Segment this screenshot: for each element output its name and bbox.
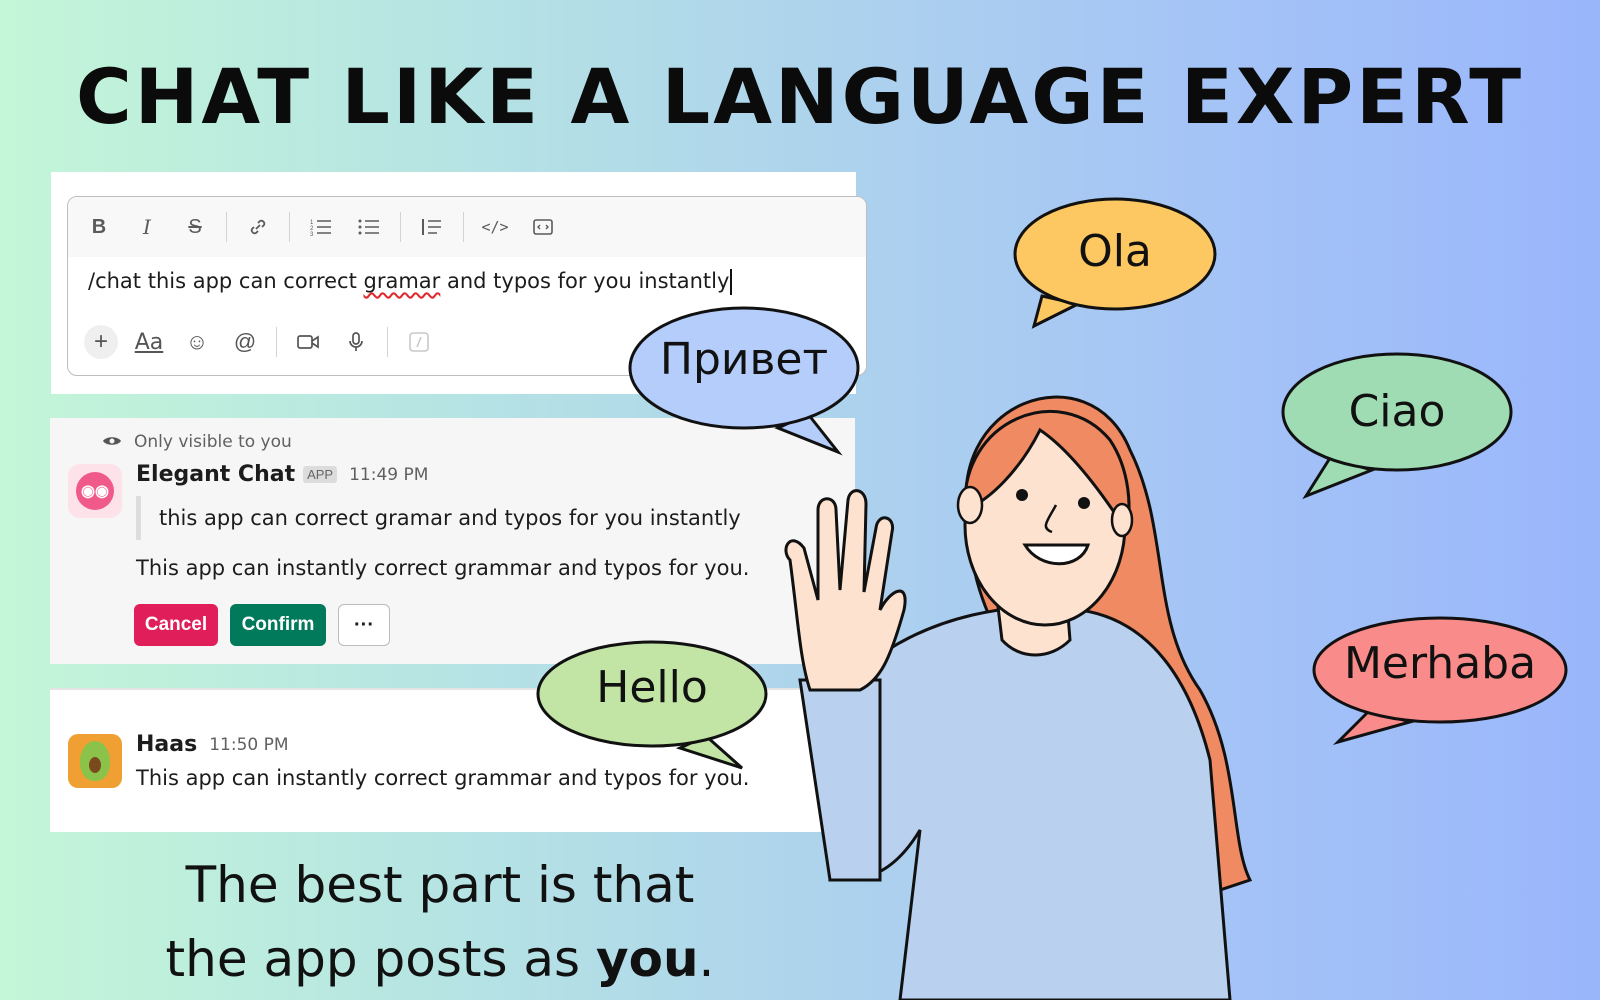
caption-line-2: the app posts as you. xyxy=(165,930,715,988)
strikethrough-icon[interactable]: S xyxy=(178,210,212,244)
corrected-text: This app can instantly correct grammar a… xyxy=(136,556,750,580)
svg-text:3: 3 xyxy=(310,232,314,237)
toolbar-divider xyxy=(289,212,290,242)
bubble-text-ciao: Ciao xyxy=(1348,386,1446,437)
bold-icon[interactable]: B xyxy=(82,210,116,244)
cancel-button[interactable]: Cancel xyxy=(134,604,218,646)
composer-action-bar: + Aa ☺ @ xyxy=(84,325,450,359)
confirm-button[interactable]: Confirm xyxy=(230,604,326,646)
app-badge: APP xyxy=(303,466,338,483)
bubble-text-hello: Hello xyxy=(596,662,708,713)
caption-line-1: The best part is that xyxy=(185,856,695,914)
text-cursor xyxy=(730,269,733,295)
posted-timestamp[interactable]: 11:50 PM xyxy=(209,735,288,755)
video-icon[interactable] xyxy=(291,325,325,359)
more-options-button[interactable]: ··· xyxy=(338,604,390,646)
message-header: Elegant Chat APP 11:49 PM xyxy=(136,462,428,487)
ephemeral-message-panel: Only visible to you ◉◉ Elegant Chat APP … xyxy=(50,418,855,664)
action-buttons: Cancel Confirm ··· xyxy=(134,604,402,646)
visibility-label: Only visible to you xyxy=(134,432,292,452)
quoted-original-text: this app can correct gramar and typos fo… xyxy=(136,496,741,540)
misspelled-word: gramar xyxy=(363,269,441,293)
code-icon[interactable]: </> xyxy=(478,210,512,244)
microphone-icon[interactable] xyxy=(339,325,373,359)
haas-avatar[interactable] xyxy=(68,734,122,788)
headline: CHAT LIKE A LANGUAGE EXPERT xyxy=(75,52,1525,141)
toolbar-divider xyxy=(400,212,401,242)
link-icon[interactable] xyxy=(241,210,275,244)
avatar-face-icon: ◉◉ xyxy=(76,472,114,510)
avocado-icon xyxy=(80,741,110,781)
emoji-icon[interactable]: ☺ xyxy=(180,325,214,359)
action-divider xyxy=(387,327,388,357)
bubble-text-merhaba: Merhaba xyxy=(1343,638,1537,689)
toolbar-divider xyxy=(226,212,227,242)
bullet-list-icon[interactable] xyxy=(352,210,386,244)
visibility-note: Only visible to you xyxy=(102,432,292,452)
waving-woman-illustration xyxy=(784,395,1253,1000)
bubble-text-ola: Ola xyxy=(1078,226,1152,277)
sender-name[interactable]: Elegant Chat xyxy=(136,462,295,487)
posted-message-header: Haas 11:50 PM xyxy=(136,732,289,757)
slash-command-icon[interactable] xyxy=(402,325,436,359)
add-attachment-icon[interactable]: + xyxy=(84,325,118,359)
toolbar-divider xyxy=(463,212,464,242)
elegant-chat-avatar[interactable]: ◉◉ xyxy=(68,464,122,518)
message-timestamp[interactable]: 11:49 PM xyxy=(349,465,428,485)
formatting-toolbar: B I S 123 </> xyxy=(68,197,866,257)
bottom-caption: The best part is that the app posts as y… xyxy=(120,848,760,996)
code-block-icon[interactable] xyxy=(526,210,560,244)
blockquote-icon[interactable] xyxy=(415,210,449,244)
eye-icon xyxy=(102,433,122,452)
message-input[interactable]: /chat this app can correct gramar and ty… xyxy=(88,269,733,295)
posted-sender-name[interactable]: Haas xyxy=(136,732,197,757)
bubble-text-privet: Привет xyxy=(659,334,829,385)
action-divider xyxy=(276,327,277,357)
text-format-icon[interactable]: Aa xyxy=(132,325,166,359)
mention-icon[interactable]: @ xyxy=(228,325,262,359)
ordered-list-icon[interactable]: 123 xyxy=(304,210,338,244)
italic-icon[interactable]: I xyxy=(130,210,164,244)
